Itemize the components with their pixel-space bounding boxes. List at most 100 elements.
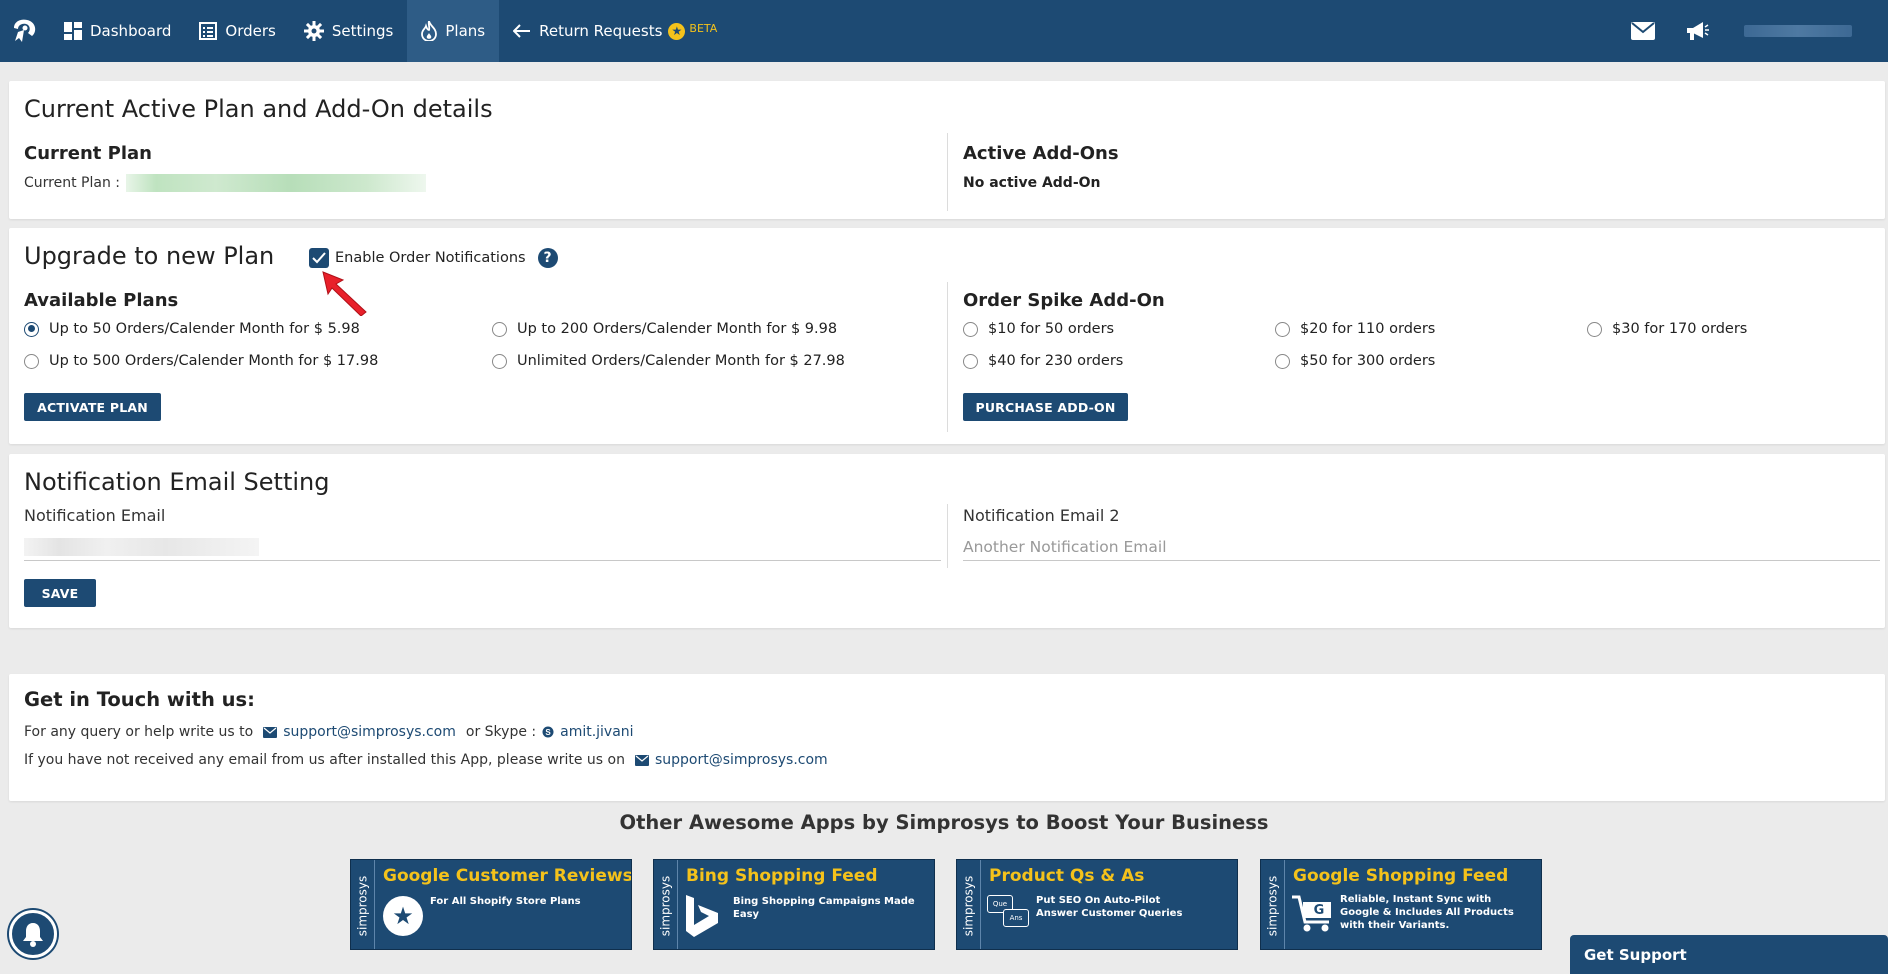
addon-radio[interactable] bbox=[1587, 321, 1602, 337]
addon-option-label: $40 for 230 orders bbox=[988, 353, 1124, 369]
contact-card: Get in Touch with us: For any query or h… bbox=[9, 674, 1885, 801]
envelope-icon bbox=[263, 726, 278, 738]
addon-option[interactable]: $50 for 300 orders bbox=[1275, 353, 1435, 369]
activate-plan-button[interactable]: ACTIVATE PLAN bbox=[24, 393, 161, 421]
plan-radio[interactable] bbox=[24, 321, 39, 337]
current-plan-value-redacted bbox=[125, 174, 426, 192]
active-addons-heading: Active Add-Ons bbox=[963, 143, 1119, 164]
qa-icon: Que Ans bbox=[987, 895, 1031, 929]
upgrade-plan-title: Upgrade to new Plan bbox=[24, 242, 275, 270]
nav-orders[interactable]: Orders bbox=[185, 0, 289, 62]
plan-option-label: Unlimited Orders/Calender Month for $ 27… bbox=[517, 353, 845, 369]
enable-notifications-checkbox[interactable] bbox=[309, 248, 329, 268]
fire-icon bbox=[421, 21, 438, 41]
notification-bell-button[interactable] bbox=[9, 910, 57, 958]
brand-label: simprosys bbox=[654, 860, 678, 949]
notification-email-field[interactable] bbox=[24, 530, 941, 560]
app-logo-icon[interactable] bbox=[0, 0, 50, 62]
brand-label: simprosys bbox=[351, 860, 375, 949]
dashboard-icon bbox=[64, 22, 82, 40]
google-g-badge: G bbox=[1313, 902, 1325, 918]
svg-text:S: S bbox=[545, 728, 551, 737]
divider bbox=[947, 282, 948, 432]
nav-dashboard[interactable]: Dashboard bbox=[50, 0, 185, 62]
plan-option[interactable]: Up to 500 Orders/Calender Month for $ 17… bbox=[24, 353, 378, 369]
upgrade-plan-card: Upgrade to new Plan Enable Order Notific… bbox=[9, 228, 1885, 444]
cart-icon: G bbox=[1291, 894, 1335, 934]
save-button[interactable]: SAVE bbox=[24, 579, 96, 607]
check-icon bbox=[312, 252, 326, 264]
addon-option[interactable]: $10 for 50 orders bbox=[963, 321, 1114, 337]
addon-radio[interactable] bbox=[963, 321, 978, 337]
contact-line-1: For any query or help write us to suppor… bbox=[24, 724, 634, 740]
app-banner-google-customer-reviews[interactable]: simprosys Google Customer Reviews ★ For … bbox=[350, 859, 632, 950]
notification-email-title: Notification Email Setting bbox=[24, 468, 330, 496]
beta-badge: BETA bbox=[689, 21, 718, 35]
addon-option[interactable]: $20 for 110 orders bbox=[1275, 321, 1435, 337]
addon-option[interactable]: $40 for 230 orders bbox=[963, 353, 1123, 369]
order-spike-heading: Order Spike Add-On bbox=[963, 290, 1165, 311]
brand-label: simprosys bbox=[1261, 860, 1285, 949]
addon-option-label: $30 for 170 orders bbox=[1612, 321, 1748, 337]
notification-email-2-label: Notification Email 2 bbox=[963, 506, 1120, 525]
nav-plans-label: Plans bbox=[445, 22, 486, 40]
support-email-link-2[interactable]: support@simprosys.com bbox=[655, 752, 828, 768]
user-account-menu[interactable] bbox=[1744, 25, 1852, 37]
help-icon[interactable]: ? bbox=[537, 248, 558, 268]
addon-option-label: $50 for 300 orders bbox=[1300, 353, 1436, 369]
app-desc: Reliable, Instant Sync with Google & Inc… bbox=[1340, 894, 1514, 931]
current-plan-label: Current Plan : bbox=[24, 175, 120, 191]
notification-email-2-input[interactable]: Another Notification Email bbox=[963, 538, 1167, 556]
addon-radio[interactable] bbox=[963, 353, 978, 369]
addon-radio[interactable] bbox=[1275, 353, 1290, 369]
plan-radio[interactable] bbox=[24, 353, 39, 369]
available-plans-heading: Available Plans bbox=[24, 290, 179, 311]
app-banner-google-shopping-feed[interactable]: simprosys Google Shopping Feed G Reliabl… bbox=[1260, 859, 1542, 950]
field-underline bbox=[24, 560, 941, 561]
top-navigation: Dashboard Orders Settings Plans Return R… bbox=[0, 0, 1888, 62]
enable-notifications-row: Enable Order Notifications ? bbox=[309, 248, 558, 268]
get-support-button[interactable]: Get Support bbox=[1570, 935, 1888, 974]
active-addons-value: No active Add-On bbox=[963, 175, 1101, 191]
field-underline bbox=[963, 560, 1880, 561]
purchase-addon-button[interactable]: PURCHASE ADD-ON bbox=[963, 393, 1128, 421]
addon-option-label: $20 for 110 orders bbox=[1300, 321, 1436, 337]
current-plan-row: Current Plan : bbox=[24, 174, 426, 192]
contact-line-1-text: For any query or help write us to bbox=[24, 724, 254, 740]
megaphone-icon[interactable] bbox=[1670, 0, 1724, 62]
star-icon: ★ bbox=[383, 896, 423, 936]
divider bbox=[947, 133, 948, 211]
contact-line-2-text: If you have not received any email from … bbox=[24, 752, 625, 768]
plan-option[interactable]: Unlimited Orders/Calender Month for $ 27… bbox=[492, 353, 845, 369]
notification-email-card: Notification Email Setting Notification … bbox=[9, 454, 1885, 628]
nav-settings[interactable]: Settings bbox=[290, 0, 408, 62]
notification-email-value-redacted bbox=[24, 538, 259, 556]
nav-return-requests[interactable]: Return Requests ★ BETA bbox=[499, 0, 731, 62]
brand-label: simprosys bbox=[957, 860, 981, 949]
addon-option[interactable]: $30 for 170 orders bbox=[1587, 321, 1747, 337]
plan-option[interactable]: Up to 200 Orders/Calender Month for $ 9.… bbox=[492, 321, 837, 337]
red-arrow-annotation-icon bbox=[322, 271, 367, 316]
addon-radio[interactable] bbox=[1275, 321, 1290, 337]
mail-icon[interactable] bbox=[1616, 0, 1670, 62]
skype-link[interactable]: amit.jivani bbox=[560, 724, 633, 740]
current-plan-card: Current Active Plan and Add-On details C… bbox=[9, 81, 1885, 219]
plan-option[interactable]: Up to 50 Orders/Calender Month for $ 5.9… bbox=[24, 321, 360, 337]
addon-option-label: $10 for 50 orders bbox=[988, 321, 1115, 337]
plan-option-label: Up to 500 Orders/Calender Month for $ 17… bbox=[49, 353, 379, 369]
plan-radio[interactable] bbox=[492, 353, 507, 369]
plan-radio[interactable] bbox=[492, 321, 507, 337]
contact-title: Get in Touch with us: bbox=[24, 688, 255, 711]
current-plan-title: Current Active Plan and Add-On details bbox=[24, 95, 493, 123]
app-banner-bing-shopping-feed[interactable]: simprosys Bing Shopping Feed Bing Shoppi… bbox=[653, 859, 935, 950]
gear-icon bbox=[303, 21, 324, 41]
app-title: Google Shopping Feed bbox=[1293, 866, 1509, 886]
plan-option-label: Up to 200 Orders/Calender Month for $ 9.… bbox=[517, 321, 838, 337]
support-email-link[interactable]: support@simprosys.com bbox=[283, 724, 456, 740]
skype-icon: S bbox=[542, 726, 554, 738]
nav-plans[interactable]: Plans bbox=[407, 0, 500, 62]
app-desc: For All Shopify Store Plans bbox=[430, 896, 581, 907]
orders-icon bbox=[199, 22, 218, 40]
current-plan-heading: Current Plan bbox=[24, 143, 152, 164]
app-banner-product-qs-as[interactable]: simprosys Product Qs & As Que Ans Put SE… bbox=[956, 859, 1238, 950]
